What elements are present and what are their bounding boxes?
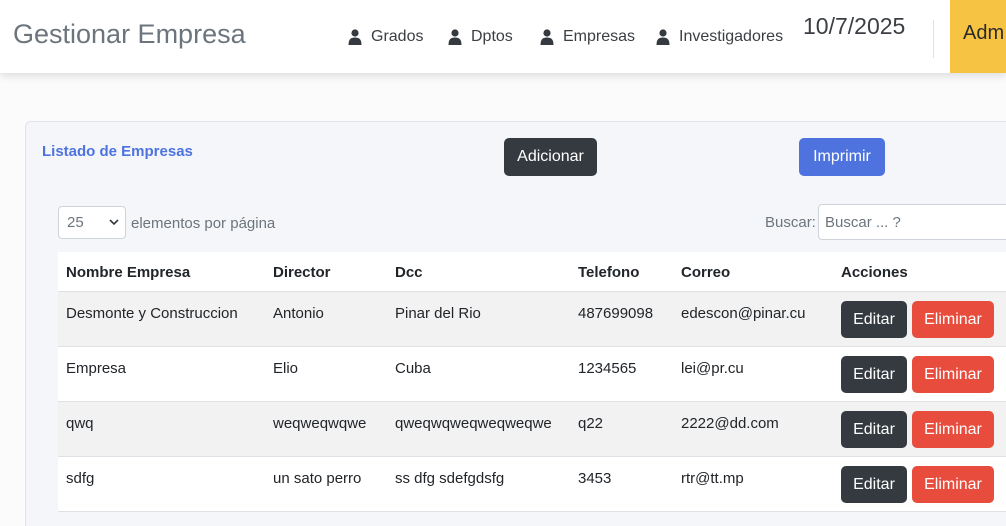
nav-label: Investigadores <box>679 28 784 45</box>
column-header: Acciones <box>841 264 908 281</box>
cell-director: Elio <box>273 360 299 377</box>
table-row: Desmonte y Construccion Antonio Pinar de… <box>58 292 1006 347</box>
nav-item-dptos[interactable]: Dptos <box>448 28 513 46</box>
page-size-select[interactable]: 25 <box>58 206 126 239</box>
per-page-label: elementos por página <box>131 215 276 232</box>
page-size-value: 25 <box>67 214 84 231</box>
delete-button[interactable]: Eliminar <box>912 301 994 338</box>
user-icon <box>448 29 462 45</box>
cell-company-name: Empresa <box>66 360 127 377</box>
user-icon <box>348 29 362 45</box>
cell-director: weqweqwqwe <box>273 415 367 432</box>
cell-dcc: qweqwqweqweqweqwe <box>395 415 552 432</box>
edit-button[interactable]: Editar <box>841 466 907 503</box>
column-header[interactable]: Correo <box>681 264 730 281</box>
top-navbar: Gestionar Empresa Grados Dptos Empresas … <box>0 0 1006 73</box>
edit-button[interactable]: Editar <box>841 356 907 393</box>
column-header[interactable]: Nombre Empresa <box>66 264 190 281</box>
column-header[interactable]: Dcc <box>395 264 423 281</box>
nav-label: Empresas <box>563 28 636 45</box>
cell-dcc: Cuba <box>395 360 431 377</box>
cell-phone: 1234565 <box>578 360 637 377</box>
edit-button[interactable]: Editar <box>841 411 907 448</box>
print-button[interactable]: Imprimir <box>799 138 885 176</box>
user-icon <box>540 29 554 45</box>
table-header: Nombre Empresa Director Dcc Telefono Cor… <box>58 252 1006 292</box>
user-icon <box>656 29 670 45</box>
table-row: sdfg un sato perro ss dfg sdefgdsfg 3453… <box>58 457 1006 512</box>
nav-item-grados[interactable]: Grados <box>348 28 423 46</box>
cell-director: Antonio <box>273 305 324 322</box>
admin-menu-button[interactable]: Adm <box>950 0 1006 73</box>
delete-button[interactable]: Eliminar <box>912 466 994 503</box>
cell-phone: q22 <box>578 415 604 432</box>
cell-dcc: Pinar del Rio <box>395 305 481 322</box>
cell-email: rtr@tt.mp <box>681 470 744 487</box>
nav-item-empresas[interactable]: Empresas <box>540 28 635 46</box>
cell-email: edescon@pinar.cu <box>681 305 806 322</box>
page: Gestionar Empresa Grados Dptos Empresas … <box>0 0 1006 526</box>
search-input[interactable]: Buscar ... ? <box>818 204 1006 240</box>
edit-button[interactable]: Editar <box>841 301 907 338</box>
column-header[interactable]: Telefono <box>578 264 639 281</box>
nav-item-investigadores[interactable]: Investigadores <box>656 28 783 46</box>
delete-button[interactable]: Eliminar <box>912 356 994 393</box>
column-header[interactable]: Director <box>273 264 331 281</box>
cell-company-name: sdfg <box>66 470 95 487</box>
cell-phone: 3453 <box>578 470 612 487</box>
card-title: Listado de Empresas <box>42 143 193 160</box>
chevron-down-icon <box>109 219 119 226</box>
table-row: Empresa Elio Cuba 1234565 lei@pr.cu Edit… <box>58 347 1006 402</box>
table-row: qwq weqweqwqwe qweqwqweqweqweqwe q22 222… <box>58 402 1006 457</box>
nav-label: Dptos <box>471 28 513 45</box>
navbar-divider <box>933 20 934 58</box>
cell-company-name: qwq <box>66 415 94 432</box>
search-label: Buscar: <box>765 214 816 231</box>
current-date: 10/7/2025 <box>803 13 906 39</box>
brand-title[interactable]: Gestionar Empresa <box>13 19 246 50</box>
cell-dcc: ss dfg sdefgdsfg <box>395 470 505 487</box>
cell-director: un sato perro <box>273 470 362 487</box>
nav-label: Grados <box>371 28 424 45</box>
cell-company-name: Desmonte y Construccion <box>66 305 238 322</box>
cell-phone: 487699098 <box>578 305 654 322</box>
cell-email: 2222@dd.com <box>681 415 779 432</box>
add-button[interactable]: Adicionar <box>504 138 597 176</box>
delete-button[interactable]: Eliminar <box>912 411 994 448</box>
cell-email: lei@pr.cu <box>681 360 744 377</box>
